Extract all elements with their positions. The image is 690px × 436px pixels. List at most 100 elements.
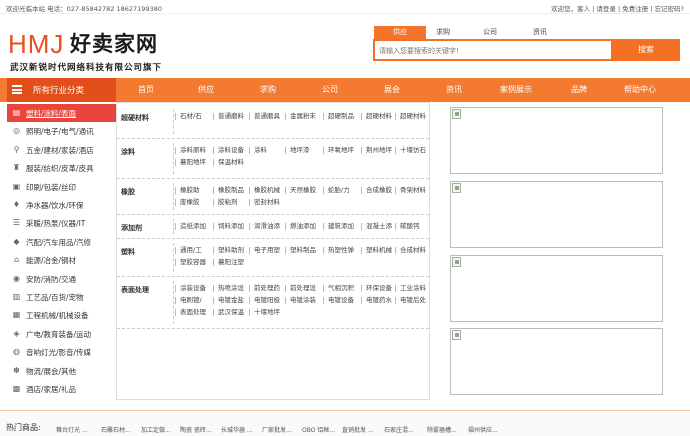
ad-image-4[interactable] [450,328,663,395]
sidebar-category[interactable]: ▩ 酒店/家居/礼品 [7,380,116,398]
search-tab-news[interactable]: 资讯 [520,26,560,39]
hot-product-link[interactable]: 舞台灯光 ... [56,425,88,434]
subcategory-link[interactable]: 碳酸钙 [395,223,420,230]
subcategory-row-title[interactable]: 橡胶 [121,187,135,197]
register-link[interactable]: 免费注册 [622,5,648,13]
ad-image-1[interactable] [450,107,663,174]
subcategory-link[interactable]: 塑胶容器 [175,259,206,266]
subcategory-link[interactable]: 超硬制品 [323,113,354,120]
subcategory-link[interactable]: 前处理设 [285,285,316,292]
subcategory-link[interactable]: 通用/工 [175,247,202,254]
sidebar-category[interactable]: ▥ 工艺品/百货/宠物 [7,288,116,306]
subcategory-row-title[interactable]: 涂料 [121,147,135,157]
subcategory-link[interactable]: 骨架材料 [395,187,426,194]
subcategory-link[interactable]: 热塑性弹 [323,247,354,254]
subcategory-link[interactable]: 涂料设备 [213,147,244,154]
subcategory-link[interactable]: 建筑添加 [323,223,354,230]
sidebar-category[interactable]: ◉ 安防/消防/交通 [7,270,116,288]
sidebar-category[interactable]: ▦ 工程机械/机械设备 [7,306,116,324]
search-tab-company[interactable]: 公司 [470,26,510,39]
subcategory-link[interactable]: 电镀阳极 [249,297,280,304]
subcategory-link[interactable]: 橡胶机械 [249,187,280,194]
subcategory-row-title[interactable]: 表面处理 [121,285,149,295]
subcategory-row-title[interactable]: 塑料 [121,247,135,257]
hot-product-link[interactable]: 福州供应... [468,425,498,434]
subcategory-link[interactable]: 襄阳注塑 [213,259,244,266]
sidebar-category[interactable]: ⌂ 能源/冶金/钢材 [7,251,116,269]
hot-product-link[interactable]: 厂家批发... [262,425,292,434]
subcategory-link[interactable]: 废橡胶 [175,199,200,206]
subcategory-link[interactable]: 热喷涂设 [213,285,244,292]
subcategory-link[interactable]: 密封材料 [249,199,280,206]
login-link[interactable]: 请登录 [596,5,616,13]
sidebar-category[interactable]: ♦ 净水器/饮水/环保 [7,196,116,214]
subcategory-link[interactable]: 造纸添加 [175,223,206,230]
subcategory-link[interactable]: 超硬材料 [361,113,392,120]
search-button[interactable]: 搜索 [612,39,680,61]
subcategory-link[interactable]: 气相沉积 [323,285,354,292]
subcategory-link[interactable]: 润滑油添 [249,223,280,230]
subcategory-link[interactable]: 电镀金盐 [213,297,244,304]
hot-product-link[interactable]: 石家庄混... [384,425,414,434]
subcategory-link[interactable]: 普通磨具 [249,113,280,120]
search-tab-supply[interactable]: 供应 [374,26,426,39]
subcategory-link[interactable]: 地坪漆 [285,147,310,154]
subcategory-link[interactable]: 石材/石 [175,113,202,120]
subcategory-link[interactable]: 环保设备 [361,285,392,292]
sidebar-category[interactable]: ◍ 音响灯光/影音/传媒 [7,343,116,361]
subcategory-link[interactable]: 十堰仿石 [395,147,426,154]
ad-image-2[interactable] [450,181,663,248]
subcategory-link[interactable]: 保温材料 [213,159,244,166]
nav-company[interactable]: 公司 [322,84,338,95]
subcategory-link[interactable]: 天然橡胶 [285,187,316,194]
nav-home[interactable]: 首页 [138,84,154,95]
subcategory-link[interactable]: 合成材料 [395,247,426,254]
subcategory-link[interactable]: 电镀设备 [323,297,354,304]
search-input[interactable] [379,44,607,57]
sidebar-category[interactable]: ▣ 印刷/包装/丝印 [7,178,116,196]
subcategory-link[interactable]: 混凝土添 [361,223,392,230]
subcategory-row-title[interactable]: 添加剂 [121,223,142,233]
subcategory-link[interactable]: 十堰地坪 [249,309,280,316]
sidebar-category[interactable]: ⚲ 五金/建材/家装/酒店 [7,141,116,159]
sidebar-category[interactable]: ♜ 服装/纺织/皮革/皮具 [7,159,116,177]
subcategory-link[interactable]: 涂料 [249,147,267,154]
nav-cases[interactable]: 案例展示 [500,84,532,95]
subcategory-link[interactable]: 橡胶助 [175,187,200,194]
ad-image-3[interactable] [450,255,663,322]
forgot-password-link[interactable]: 忘记密码? [655,5,684,13]
subcategory-link[interactable]: 襄阳地坪 [175,159,206,166]
subcategory-link[interactable]: 电镀药水 [361,297,392,304]
subcategory-row-title[interactable]: 超硬材料 [121,113,149,123]
subcategory-link[interactable]: 超硬材料 [395,113,426,120]
subcategory-link[interactable]: 环氧地坪 [323,147,354,154]
subcategory-link[interactable]: 塑料助剂 [213,247,244,254]
all-categories-button[interactable]: 所有行业分类 [7,78,116,102]
subcategory-link[interactable]: 涂装设备 [175,285,206,292]
subcategory-link[interactable]: 电镀涂装 [285,297,316,304]
hot-product-link[interactable]: 除雾器槽... [427,425,457,434]
subcategory-link[interactable]: 塑料制品 [285,247,316,254]
hot-product-link[interactable]: 陶瓷 瓷砖... [180,425,212,434]
subcategory-link[interactable]: 电子用塑 [249,247,280,254]
sidebar-category[interactable]: ◆ 汽配/汽车用品/汽修 [7,233,116,251]
hot-product-link[interactable]: OBO 铝框... [302,425,335,434]
subcategory-link[interactable]: 塑料机械 [361,247,392,254]
subcategory-link[interactable]: 合成橡胶 [361,187,392,194]
sidebar-category[interactable]: ☰ 采暖/热泵/仪器/IT [7,214,116,232]
subcategory-link[interactable]: 前处理药 [249,285,280,292]
subcategory-link[interactable]: 工业涂料 [395,285,426,292]
nav-exhibition[interactable]: 展会 [384,84,400,95]
nav-news[interactable]: 资讯 [446,84,462,95]
sidebar-category[interactable]: ▤ 塑料/涂料/表面 [7,104,116,122]
subcategory-link[interactable]: 武汉保温 [213,309,244,316]
logo-chinese[interactable]: 好卖家网 [70,30,158,58]
nav-brand[interactable]: 品牌 [571,84,587,95]
subcategory-link[interactable]: 橡胶制品 [213,187,244,194]
logo-english[interactable]: HMJ [8,31,64,57]
sidebar-category[interactable]: ◎ 照明/电子/电气/通讯 [7,122,116,140]
subcategory-link[interactable]: 电刷镀/ [175,297,202,304]
subcategory-link[interactable]: 燃油添加 [285,223,316,230]
subcategory-link[interactable]: 饲料添加 [213,223,244,230]
subcategory-link[interactable]: 荆州地坪 [361,147,392,154]
